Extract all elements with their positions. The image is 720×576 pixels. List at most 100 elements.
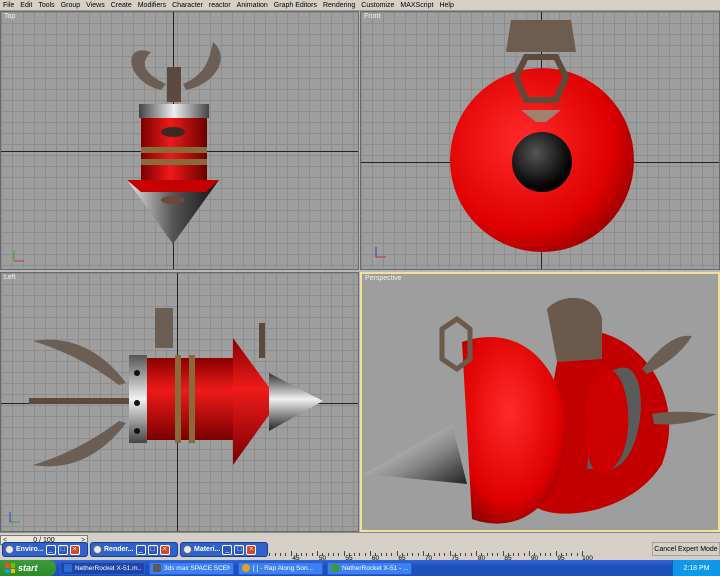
taskbar-item-space-scene[interactable]: 3ds max SPACE SCEN... bbox=[149, 561, 234, 575]
cancel-expert-mode-button[interactable]: Cancel Expert Mode bbox=[652, 542, 720, 556]
ruler-tick bbox=[391, 553, 393, 556]
taskbar-item-image-viewer[interactable]: NetherRocket X-51 - ... bbox=[327, 561, 412, 575]
menu-item-group[interactable]: Group bbox=[58, 0, 83, 11]
ruler-tick bbox=[285, 553, 287, 556]
restore-icon[interactable]: □ bbox=[234, 544, 245, 555]
ruler-tick bbox=[465, 553, 467, 556]
menu-item-animation[interactable]: Animation bbox=[234, 0, 271, 11]
ruler-tick bbox=[476, 551, 477, 556]
ruler-tick bbox=[576, 553, 578, 556]
render-window[interactable]: Render... _ □ × bbox=[90, 542, 178, 557]
menu-item-rendering[interactable]: Rendering bbox=[320, 0, 358, 11]
ruler-tick bbox=[518, 553, 520, 556]
menu-item-maxscript[interactable]: MAXScript bbox=[397, 0, 436, 11]
close-icon[interactable]: × bbox=[159, 544, 170, 555]
ruler-tick bbox=[555, 551, 557, 556]
windows-logo-icon bbox=[5, 563, 15, 573]
window-title: Materi... bbox=[194, 546, 221, 553]
ruler-tick bbox=[539, 553, 541, 556]
ruler-tick bbox=[354, 553, 356, 556]
environment-window[interactable]: Enviro... _ □ × bbox=[2, 542, 88, 557]
menu-item-reactor[interactable]: reactor bbox=[206, 0, 234, 11]
ruler-tick bbox=[529, 551, 530, 556]
menu-item-file[interactable]: File bbox=[0, 0, 17, 11]
ruler-tick bbox=[544, 553, 546, 556]
close-icon[interactable]: × bbox=[246, 544, 257, 555]
rocket-left-view bbox=[29, 308, 323, 467]
viewport-left[interactable]: Left bbox=[0, 272, 359, 532]
ruler-tick bbox=[449, 551, 451, 556]
start-label: start bbox=[18, 563, 38, 573]
rocket-front-view bbox=[450, 20, 634, 252]
viewport-front[interactable]: Front bbox=[360, 11, 720, 270]
3dsmax-icon bbox=[64, 564, 72, 572]
taskbar-item-browser[interactable]: [ ] - Rap Along Son... bbox=[238, 561, 323, 575]
restore-icon[interactable]: □ bbox=[147, 544, 158, 555]
ruler-tick bbox=[338, 553, 340, 556]
system-tray: 2:18 PM bbox=[672, 560, 720, 576]
rocket-perspective-view bbox=[364, 297, 717, 524]
ruler-tick bbox=[513, 553, 515, 556]
start-button[interactable]: start bbox=[0, 560, 56, 576]
menu-item-modifiers[interactable]: Modifiers bbox=[135, 0, 169, 11]
window-title: Render... bbox=[104, 546, 134, 553]
ruler-tick bbox=[502, 551, 504, 556]
minimize-icon[interactable]: _ bbox=[222, 544, 233, 555]
ruler-tick bbox=[301, 553, 303, 556]
ruler-tick bbox=[370, 551, 371, 556]
menu-item-graph-editors[interactable]: Graph Editors bbox=[271, 0, 320, 11]
axis-gizmo-icon bbox=[9, 512, 20, 523]
image-viewer-icon bbox=[331, 564, 339, 572]
ruler-tick bbox=[317, 551, 318, 556]
axis-gizmo-icon bbox=[13, 251, 24, 262]
ruler-tick bbox=[279, 553, 281, 556]
taskbar-item-label: [ ] - Rap Along Son... bbox=[253, 564, 313, 572]
ruler-tick bbox=[311, 553, 313, 556]
window-title: Enviro... bbox=[16, 546, 44, 553]
ruler-tick bbox=[396, 551, 398, 556]
menu-item-character[interactable]: Character bbox=[169, 0, 206, 11]
taskbar-item-netherrocket-max[interactable]: NetherRocket X-51.m... bbox=[60, 561, 145, 575]
menu-item-views[interactable]: Views bbox=[83, 0, 108, 11]
3dsmax-icon bbox=[153, 564, 161, 572]
taskbar: start NetherRocket X-51.m... 3ds max SPA… bbox=[0, 560, 720, 576]
window-icon bbox=[93, 545, 102, 554]
ruler-tick bbox=[433, 553, 435, 556]
taskbar-item-label: NetherRocket X-51 - ... bbox=[342, 564, 408, 572]
ruler-tick bbox=[327, 553, 329, 556]
ruler-tick bbox=[385, 553, 387, 556]
3ds-max-window: File Edit Tools Group Views Create Modifiers Ch… bbox=[0, 0, 720, 576]
taskbar-item-label: NetherRocket X-51.m... bbox=[75, 564, 141, 572]
ruler-tick bbox=[423, 551, 424, 556]
ruler-tick bbox=[438, 553, 440, 556]
track-bar-ruler[interactable]: 45 50 55 60 65 70 75 80 85 90 95 100 bbox=[264, 545, 650, 562]
ruler-tick bbox=[407, 553, 409, 556]
ruler-tick bbox=[497, 553, 499, 556]
ruler-tick bbox=[343, 551, 345, 556]
menu-item-customize[interactable]: Customize bbox=[358, 0, 397, 11]
ruler-tick bbox=[412, 553, 414, 556]
viewport-perspective[interactable]: Perspective bbox=[360, 272, 720, 532]
material-editor-window[interactable]: Materi... _ □ × bbox=[180, 542, 268, 557]
menu-bar: File Edit Tools Group Views Create Modifiers Ch… bbox=[0, 0, 720, 11]
window-icon bbox=[183, 545, 192, 554]
menu-item-tools[interactable]: Tools bbox=[35, 0, 57, 11]
minimize-icon[interactable]: _ bbox=[135, 544, 146, 555]
taskbar-item-label: 3ds max SPACE SCEN... bbox=[164, 564, 230, 572]
viewport-top[interactable]: Top bbox=[0, 11, 359, 270]
ruler-tick bbox=[332, 553, 334, 556]
ruler-tick bbox=[571, 553, 573, 556]
minimize-icon[interactable]: _ bbox=[45, 544, 56, 555]
menu-item-help[interactable]: Help bbox=[436, 0, 456, 11]
ruler-tick bbox=[566, 553, 568, 556]
axis-gizmo-icon bbox=[375, 247, 386, 258]
ruler-tick bbox=[486, 553, 488, 556]
menu-item-edit[interactable]: Edit bbox=[17, 0, 35, 11]
menu-item-create[interactable]: Create bbox=[108, 0, 135, 11]
ruler-tick bbox=[359, 553, 361, 556]
restore-icon[interactable]: □ bbox=[57, 544, 68, 555]
clock[interactable]: 2:18 PM bbox=[683, 565, 709, 572]
ruler-tick bbox=[470, 553, 472, 556]
ruler-tick bbox=[417, 553, 419, 556]
close-icon[interactable]: × bbox=[69, 544, 80, 555]
